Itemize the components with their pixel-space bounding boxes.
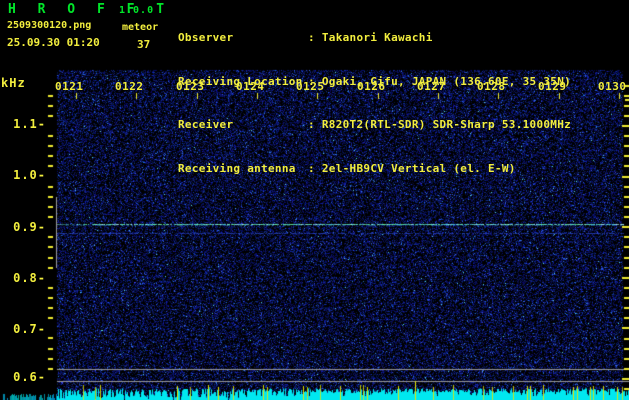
y-tick-label-0.9: 0.9- (13, 220, 46, 234)
info-row-observer: Observer: Takanori Kawachi (178, 31, 571, 46)
info-key: Observer (178, 31, 234, 44)
info-value: R820T2(RTL-SDR) SDR-Sharp 53.1000MHz (321, 118, 572, 131)
y-tick-label-0.7: 0.7- (13, 322, 46, 336)
x-tick-label-0126: 0126 (357, 80, 386, 93)
info-value: 2el-HB9CV Vertical (el. E-W) (321, 161, 516, 175)
x-tick-label-0130: 0130 (598, 80, 627, 93)
mode-label: meteor (122, 22, 159, 33)
x-tick-label-0127: 0127 (417, 80, 446, 93)
x-tick-label-0125: 0125 (296, 80, 325, 93)
hrofft-screen: H R O F F T 1.0.0 2509300120.png meteor … (0, 0, 629, 400)
info-separator: : (308, 31, 322, 44)
x-tick-label-0128: 0128 (477, 80, 506, 93)
info-row-antenna: Receiving antenna: 2el-HB9CV Vertical (e… (178, 162, 571, 177)
app-version: 1.0.0 (119, 5, 155, 16)
echo-count: 37 (137, 38, 151, 51)
output-filename: 2509300120.png (7, 20, 92, 31)
x-tick-label-0122: 0122 (115, 80, 144, 93)
x-tick-label-0123: 0123 (176, 80, 205, 93)
info-key: Receiver (178, 118, 234, 131)
y-tick-label-0.8: 0.8- (13, 271, 46, 285)
date-time: 25.09.30 01:20 (7, 36, 100, 49)
info-separator: : (308, 118, 322, 131)
y-tick-label-1: 1.0- (13, 168, 46, 182)
info-separator: : (308, 161, 322, 175)
x-tick-label-0121: 0121 (55, 80, 84, 93)
x-tick-label-0124: 0124 (236, 80, 265, 93)
station-info: Observer: Takanori Kawachi Receiving Loc… (178, 2, 571, 205)
info-key: Receiving antenna (178, 161, 296, 175)
y-tick-label-1.1: 1.1- (13, 117, 46, 131)
info-value: Takanori Kawachi (321, 31, 433, 44)
x-tick-label-0129: 0129 (538, 80, 567, 93)
y-tick-label-0.6: 0.6- (13, 370, 46, 384)
info-row-receiver: Receiver: R820T2(RTL-SDR) SDR-Sharp 53.1… (178, 118, 571, 133)
y-axis-unit-label: kHz (1, 76, 26, 90)
